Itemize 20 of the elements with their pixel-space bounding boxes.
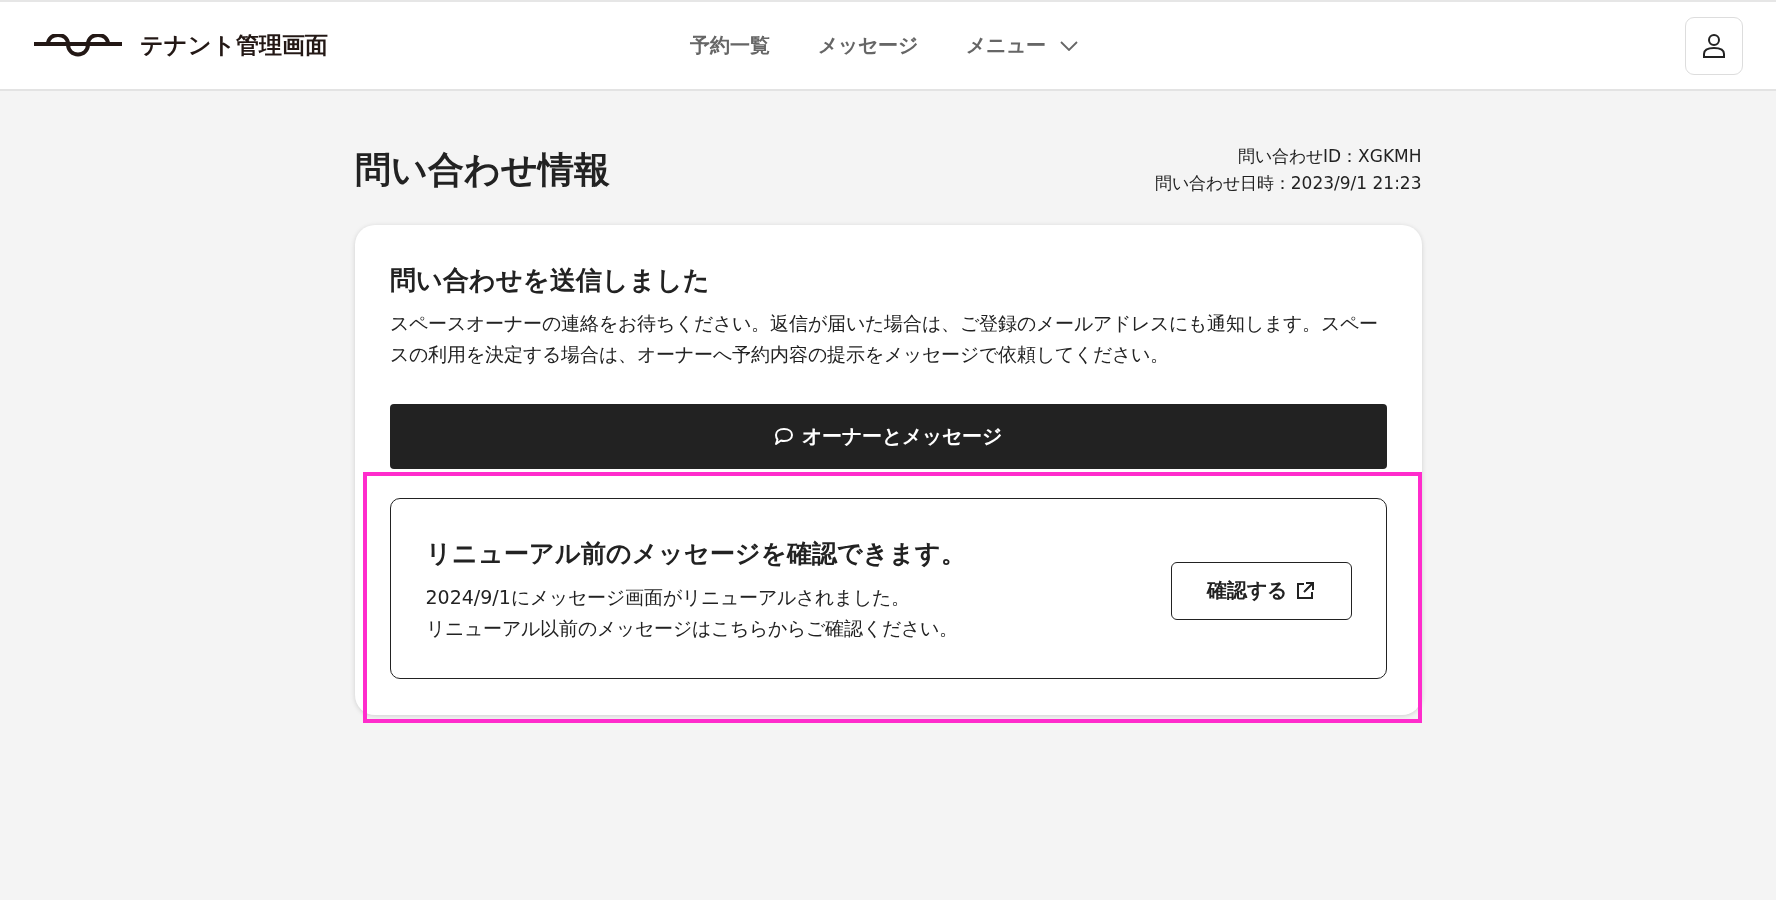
card-description: スペースオーナーの連絡をお待ちください。返信が届いた場合は、ご登録のメールアドレスにも通知します。スペースの利用を決定する場合は、オーナーへ予約内容の提示をメッセージで依頼してください。 (389, 311, 1379, 367)
nav-link[interactable]: メッセージ (818, 32, 918, 59)
logo-icon (34, 33, 122, 58)
notice-text: リニューアル以前のメッセージはこちらからご確認ください。 (425, 616, 959, 641)
menu-dropdown[interactable]: メニュー (966, 32, 1078, 59)
inquiry-meta-text: 問い合わせID：XGKMH (1236, 145, 1422, 168)
card-heading: 問い合わせを送信しました (389, 264, 711, 297)
user-icon (1702, 32, 1726, 59)
app-title: テナント管理画面 (140, 31, 328, 60)
user-button[interactable] (1685, 16, 1743, 75)
page-title: 問い合わせ情報 (354, 147, 610, 192)
nav-link[interactable]: 予約一覧 (690, 32, 770, 59)
message-owner-button[interactable]: オーナーとメッセージ (389, 404, 1387, 469)
external-link-icon (1295, 580, 1315, 601)
speech-bubble-icon (774, 427, 794, 446)
confirm-button[interactable]: 確認する (1170, 561, 1352, 620)
notice-heading: リニューアル前のメッセージを確認できます。 (425, 538, 966, 570)
inquiry-meta-text: 問い合わせ日時：2023/9/1 21:23 (1154, 172, 1422, 195)
chevron-down-icon (1060, 40, 1078, 51)
notice-text: 2024/9/1にメッセージ画面がリニューアルされました。 (425, 585, 911, 610)
